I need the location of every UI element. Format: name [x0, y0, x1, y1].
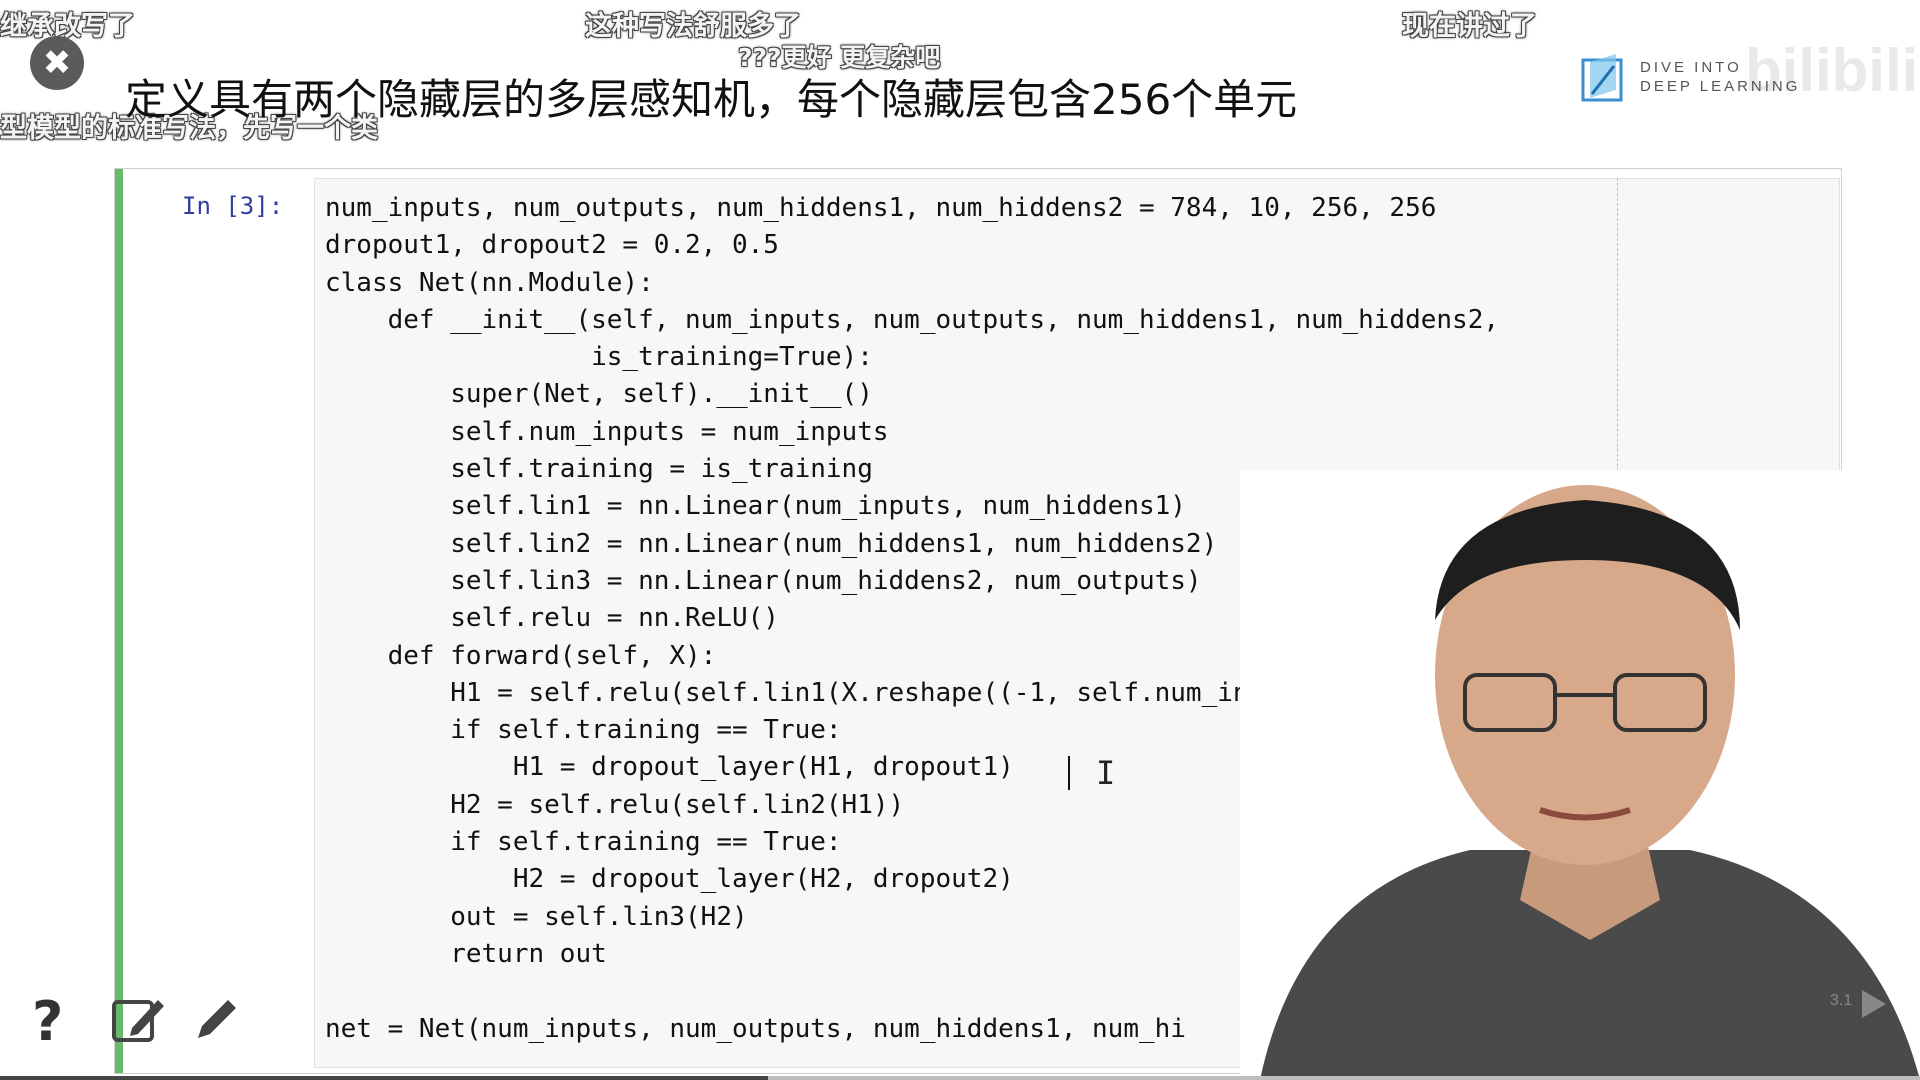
code-line: H1 = dropout_layer(H1, dropout1): [325, 752, 1014, 783]
cell-prompt: In [3]:: [182, 192, 284, 220]
code-line: H1 = self.relu(self.lin1(X.reshape((-1, …: [325, 677, 1296, 708]
code-line: if self.training == True:: [325, 715, 842, 746]
logo-line-2: DEEP LEARNING: [1640, 78, 1801, 95]
code-line: net = Net(num_inputs, num_outputs, num_h…: [325, 1013, 1186, 1044]
code-line: num_inputs, num_outputs, num_hiddens1, n…: [325, 193, 1437, 223]
code-line: def forward(self, X):: [325, 640, 717, 671]
code-line: out = self.lin3(H2): [325, 901, 748, 932]
cell-selection-bar: [115, 169, 123, 1073]
code-line: return out: [325, 938, 607, 969]
code-line: H2 = dropout_layer(H2, dropout2): [325, 864, 1014, 895]
code-line: self.lin2 = nn.Linear(num_hiddens1, num_…: [325, 528, 1218, 559]
question-icon[interactable]: ?: [32, 990, 63, 1053]
close-icon[interactable]: ✖: [30, 36, 84, 90]
presenter-video: [1240, 470, 1920, 1080]
text-cursor: [1068, 756, 1070, 790]
edit-icon[interactable]: [110, 992, 166, 1046]
code-line: def __init__(self, num_inputs, num_outpu…: [325, 304, 1499, 335]
page-number: 3.1: [1830, 992, 1853, 1009]
d2l-logo: DIVE INTO DEEP LEARNING: [1580, 50, 1800, 104]
code-line: self.num_inputs = num_inputs: [325, 416, 889, 447]
progress-fill: [0, 1076, 768, 1080]
code-line: self.training = is_training: [325, 454, 873, 485]
logo-line-1: DIVE INTO: [1640, 59, 1742, 76]
pencil-icon[interactable]: [192, 994, 242, 1044]
code-line: super(Net, self).__init__(): [325, 379, 873, 410]
danmaku-comment: 现在讲过了: [1402, 11, 1537, 42]
play-icon[interactable]: [1862, 990, 1886, 1018]
ibeam-cursor-icon: I: [1096, 754, 1116, 792]
code-line: is_training=True):: [325, 342, 873, 373]
code-line: self.relu = nn.ReLU(): [325, 603, 779, 634]
code-line: class Net(nn.Module):: [325, 267, 654, 298]
code-line: H2 = self.relu(self.lin2(H1)): [325, 789, 905, 820]
code-line: self.lin3 = nn.Linear(num_hiddens2, num_…: [325, 565, 1202, 596]
d2l-logo-icon: [1581, 54, 1623, 102]
slide-title: 定义具有两个隐藏层的多层感知机，每个隐藏层包含256个单元: [125, 75, 1298, 124]
code-line: self.lin1 = nn.Linear(num_inputs, num_hi…: [325, 491, 1186, 522]
code-line: if self.training == True:: [325, 827, 842, 858]
code-line: dropout1, dropout2 = 0.2, 0.5: [325, 230, 779, 261]
